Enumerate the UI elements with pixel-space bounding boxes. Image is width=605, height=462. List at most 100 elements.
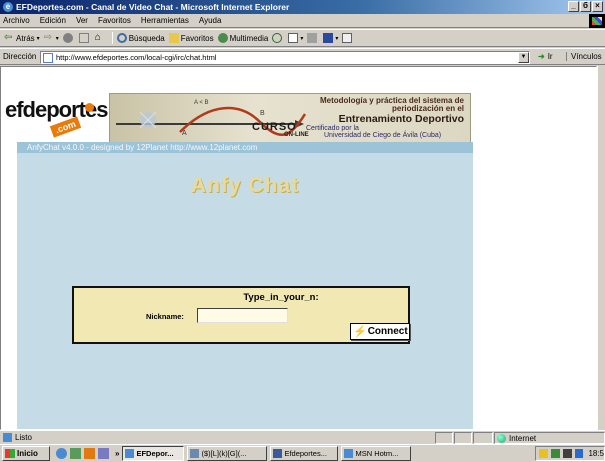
media-quicklaunch-icon[interactable] [84, 448, 95, 459]
go-button[interactable]: ➜ Ir [538, 52, 553, 61]
favorites-icon [168, 33, 179, 43]
menu-ver[interactable]: Ver [71, 16, 93, 25]
task-efdeportes[interactable]: EFDepor... [122, 446, 185, 461]
links-button[interactable]: Vínculos [566, 52, 602, 61]
banner-university: Universidad de Ciego de Ávila (Cuba) [324, 132, 442, 139]
quicklaunch-overflow[interactable]: » [115, 449, 119, 458]
minimize-button[interactable]: _ [568, 1, 579, 12]
forward-button[interactable]: ⇨ ▾ [44, 33, 59, 43]
quick-launch [56, 448, 109, 459]
ie-task-icon [125, 449, 135, 458]
address-dropdown-icon[interactable]: ▼ [518, 52, 529, 63]
ie-quicklaunch-icon[interactable] [56, 448, 67, 459]
maximize-button[interactable]: б [580, 1, 591, 12]
status-bar: Listo Internet [0, 430, 605, 444]
multimedia-button[interactable]: Multimedia [217, 33, 268, 43]
login-panel: Type_in_your_n: Nickname: ⚡ Connect [72, 286, 410, 344]
clock[interactable]: 18:5 [588, 449, 604, 458]
word-icon [323, 33, 334, 43]
forward-arrow-icon: ⇨ [43, 32, 53, 43]
chat-applet: AnfyChat v4.0.0 - designed by 12Planet h… [17, 142, 473, 429]
status-message: Listo [3, 433, 32, 442]
course-banner[interactable]: A < B A B Metodología y práctica del sis… [109, 93, 471, 145]
system-tray: 18:5 [535, 446, 605, 461]
mail-button[interactable]: ▾ [288, 33, 303, 43]
close-button[interactable]: × [592, 1, 603, 12]
desktop-quicklaunch-icon[interactable] [70, 448, 81, 459]
banner-online: ON-LINE [284, 132, 309, 138]
go-arrow-icon: ➜ [538, 52, 545, 61]
ie-task-icon [344, 449, 354, 458]
window-title: EFDeportes.com - Canal de Video Chat - M… [16, 2, 290, 12]
stop-button[interactable] [62, 33, 75, 43]
applet-credits: AnfyChat v4.0.0 - designed by 12Planet h… [17, 142, 473, 153]
refresh-button[interactable] [78, 33, 91, 43]
tray-icon[interactable] [539, 449, 548, 458]
edit-button[interactable]: ▾ [323, 33, 338, 43]
task-msn-hotmail[interactable]: MSN Hotm... [341, 446, 412, 461]
start-label: Inicio [17, 449, 38, 458]
zone-label: Internet [509, 433, 537, 443]
efdeportes-logo[interactable]: efdeportes .com [5, 97, 108, 145]
nickname-label: Nickname: [146, 312, 184, 321]
back-dropdown-icon: ▾ [36, 35, 40, 42]
search-button[interactable]: Búsqueda [116, 33, 165, 43]
menu-favoritos[interactable]: Favoritos [93, 16, 136, 25]
graph-label-b: B [260, 110, 265, 117]
start-button[interactable]: Inicio [2, 446, 50, 461]
status-panel [435, 432, 453, 444]
nickname-input[interactable] [197, 308, 288, 323]
page-content: efdeportes .com A < B A B Metodología y … [0, 66, 597, 430]
security-zone: Internet [494, 432, 605, 444]
status-panel [454, 432, 472, 444]
windows-logo-icon [589, 14, 605, 28]
toolbar: ⇦ Atrás ▾ ⇨ ▾ ⌂ Búsqueda Favoritos Multi… [0, 29, 605, 47]
page-done-icon [3, 433, 12, 442]
tray-icon[interactable] [550, 449, 560, 458]
edit-dropdown-icon: ▾ [335, 35, 339, 42]
stop-icon [62, 33, 73, 43]
task-efdeportes-2[interactable]: Efdeportes... [270, 446, 339, 461]
discuss-button[interactable] [342, 33, 354, 43]
multimedia-icon [217, 33, 228, 43]
task-label: EFDepor... [136, 449, 174, 458]
go-label: Ir [547, 52, 553, 61]
graph-label-a: A [182, 130, 187, 137]
banner-certified: Certificado por la [306, 125, 359, 132]
lightning-icon: ⚡ [353, 326, 367, 338]
menu-edicion[interactable]: Edición [35, 16, 71, 25]
logo-dot-icon [85, 103, 94, 112]
connect-button[interactable]: ⚡ Connect [350, 323, 410, 340]
banner-certification: Certificado por la Universidad de Ciego … [306, 125, 441, 139]
vertical-scrollbar[interactable] [597, 66, 605, 430]
channels-quicklaunch-icon[interactable] [98, 448, 109, 459]
connect-label: Connect [367, 326, 408, 337]
banner-training: Entrenamiento Deportivo [338, 113, 464, 125]
tray-icon[interactable] [562, 449, 572, 458]
task-label: Efdeportes... [284, 449, 327, 458]
tray-icon[interactable] [574, 449, 584, 458]
task-icon [273, 449, 283, 458]
favorites-button[interactable]: Favoritos [168, 33, 214, 43]
toolbar-separator [111, 32, 113, 44]
back-arrow-icon: ⇦ [4, 32, 13, 43]
chat-title: Anfy Chat [190, 174, 300, 197]
status-label: Listo [15, 433, 32, 442]
nickname-prompt: Type_in_your_n: [243, 292, 319, 303]
history-icon [272, 33, 283, 43]
task-label: MSN Hotm... [355, 449, 399, 458]
menu-archivo[interactable]: Archivo [0, 16, 35, 25]
home-button[interactable]: ⌂ [95, 33, 107, 43]
forward-dropdown-icon: ▾ [55, 35, 59, 42]
back-button[interactable]: ⇦ Atrás ▾ [4, 33, 40, 43]
print-button[interactable] [307, 33, 319, 43]
mail-icon [288, 33, 299, 43]
print-icon [307, 33, 318, 43]
menu-ayuda[interactable]: Ayuda [194, 16, 227, 25]
address-input[interactable]: http://www.efdeportes.com/local-cgi/irc/… [40, 51, 530, 64]
history-button[interactable] [272, 33, 284, 43]
task-label: ($)[L](k)[G](... [201, 449, 247, 458]
task-window-2[interactable]: ($)[L](k)[G](... [187, 446, 268, 461]
home-icon: ⌂ [94, 32, 101, 43]
menu-herramientas[interactable]: Herramientas [136, 16, 194, 25]
